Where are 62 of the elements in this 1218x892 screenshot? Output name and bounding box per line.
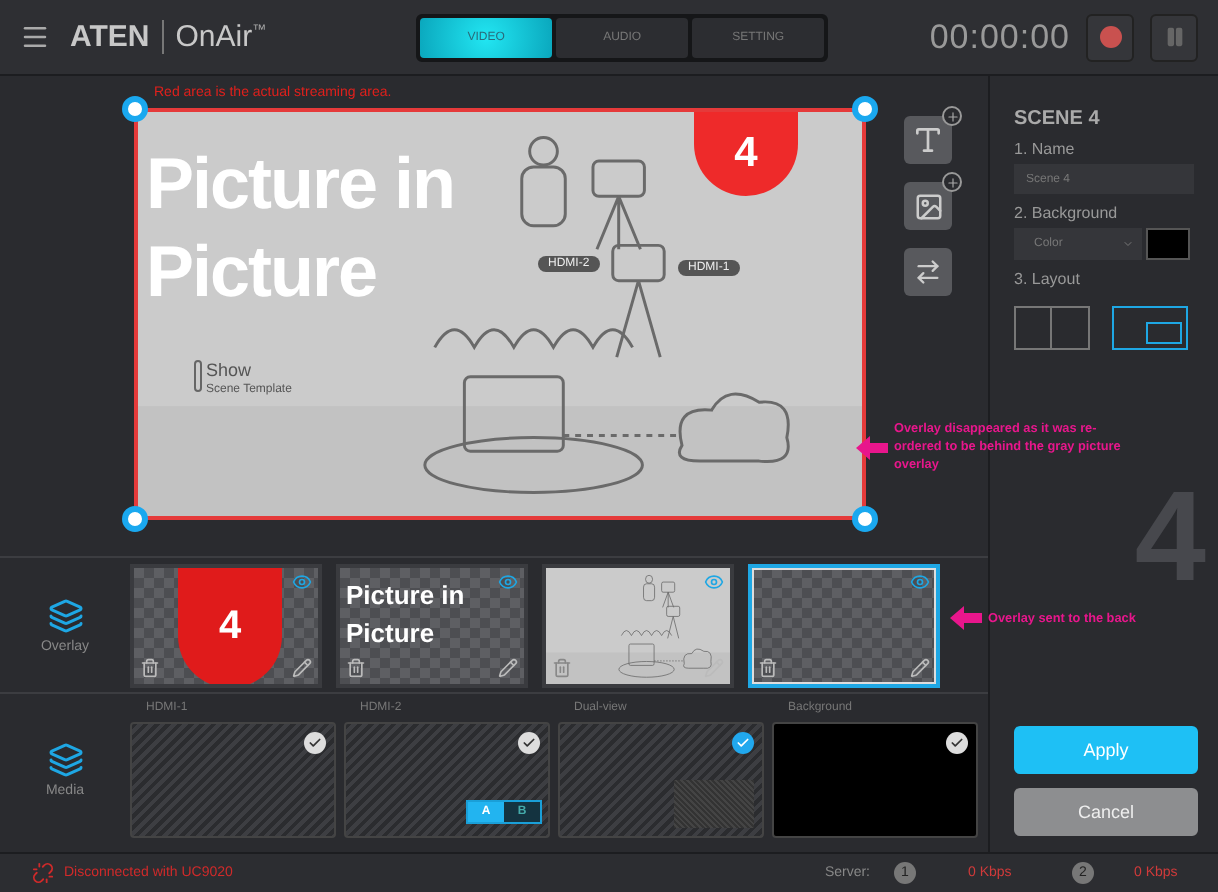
- pencil-icon[interactable]: [910, 657, 930, 677]
- plus-icon: [942, 106, 962, 126]
- trash-icon[interactable]: [346, 657, 366, 677]
- add-text-button[interactable]: [904, 116, 952, 164]
- callout-arrow: [950, 606, 982, 630]
- split-layout-button[interactable]: [1014, 306, 1090, 350]
- field-label: 1. Name: [1014, 140, 1077, 158]
- overlay-thumbnail[interactable]: [748, 563, 940, 687]
- text-icon: [912, 124, 944, 156]
- pip-layout-button[interactable]: [1112, 306, 1188, 350]
- timer: 00:00:00: [929, 17, 1070, 57]
- layers-icon: [47, 742, 83, 778]
- add-image-button[interactable]: [904, 182, 952, 230]
- check-icon: [736, 736, 750, 750]
- disconnected-icon: [32, 862, 54, 884]
- selection-dot[interactable]: [732, 732, 754, 754]
- pencil-icon[interactable]: [292, 657, 312, 677]
- check-icon: [308, 736, 322, 750]
- cancel-button[interactable]: Cancel: [1014, 788, 1198, 836]
- plus-icon: [942, 172, 962, 192]
- caret-icon: [1122, 238, 1134, 250]
- number-badge: 4: [178, 567, 282, 683]
- trash-icon[interactable]: [140, 657, 160, 677]
- eye-icon[interactable]: [498, 571, 518, 591]
- scene-title: SCENE 4: [1014, 108, 1102, 130]
- resize-handle[interactable]: [122, 96, 148, 122]
- media-thumbnail[interactable]: [558, 722, 764, 838]
- record-button[interactable]: [1086, 13, 1134, 61]
- media-thumbnail[interactable]: [772, 722, 978, 838]
- selection-dot[interactable]: [946, 732, 968, 754]
- field-label: 3. Layout: [1014, 270, 1082, 288]
- swap-button[interactable]: [904, 248, 952, 296]
- menu-icon[interactable]: [20, 22, 50, 52]
- field-label: 2. Background: [1014, 204, 1120, 222]
- callout-arrow: [856, 435, 888, 459]
- pause-icon: [1163, 26, 1185, 48]
- pencil-icon[interactable]: [498, 657, 518, 677]
- layers-icon: [47, 597, 83, 633]
- media-thumbnail[interactable]: [130, 722, 336, 838]
- template-title: Show: [206, 360, 252, 380]
- eye-icon[interactable]: [910, 571, 930, 591]
- image-icon: [913, 191, 943, 221]
- overlay-thumbnail[interactable]: 4: [130, 563, 322, 687]
- resize-handle[interactable]: [852, 96, 878, 122]
- product-name: OnAir$^{™}$: [161, 20, 267, 54]
- check-icon: [522, 736, 536, 750]
- pause-button[interactable]: [1150, 13, 1198, 61]
- resize-handle[interactable]: [852, 506, 878, 532]
- trash-icon[interactable]: [758, 657, 778, 677]
- apply-button[interactable]: Apply: [1014, 726, 1198, 774]
- swap-icon: [914, 258, 942, 286]
- selection-dot[interactable]: [304, 732, 326, 754]
- brand-logo: ATEN: [70, 20, 150, 54]
- resize-handle[interactable]: [122, 506, 148, 532]
- overlay-thumbnail[interactable]: Picture in Picture: [336, 563, 528, 687]
- selection-dot[interactable]: [518, 732, 540, 754]
- color-swatch[interactable]: [1146, 228, 1190, 260]
- eye-icon[interactable]: [292, 571, 312, 591]
- overlay-title: Picture in Picture: [346, 577, 467, 651]
- inset-pattern: [674, 780, 754, 828]
- template-mark: [194, 360, 202, 392]
- check-icon: [950, 736, 964, 750]
